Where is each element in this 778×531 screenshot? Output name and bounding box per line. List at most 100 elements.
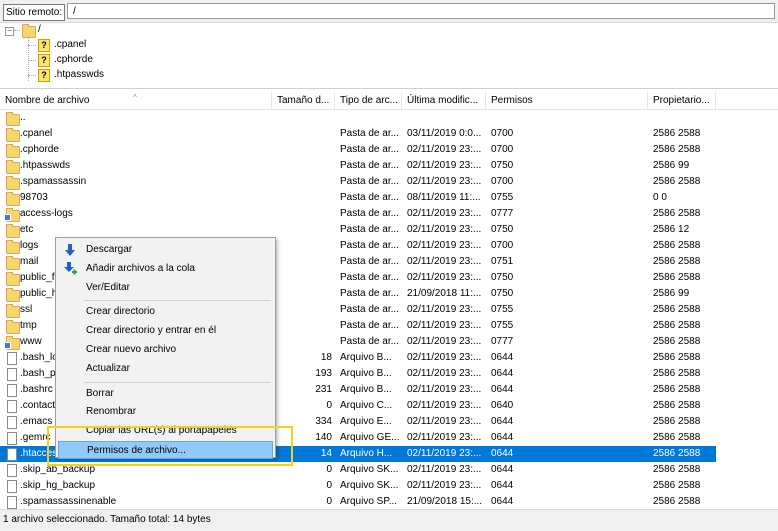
row-owner: 2586 2588 [653, 352, 701, 363]
file-icon [5, 496, 19, 509]
row-modified: 02/11/2019 23:... [407, 224, 482, 235]
folder-icon [22, 24, 36, 38]
file-icon [5, 400, 19, 413]
row-modified: 02/11/2019 23:... [407, 240, 482, 251]
row-name: etc [20, 224, 34, 235]
table-row[interactable]: .cphorde Pasta de ar... 02/11/2019 23:... 0… [0, 142, 716, 158]
remote-path-input[interactable]: / [67, 3, 775, 19]
tree-node-label: .cpanel [54, 39, 87, 50]
menu-item-label: Borrar [86, 387, 114, 399]
row-type: Pasta de ar... [340, 304, 399, 315]
column-header-name[interactable]: Nombre de archivo ^ [0, 92, 272, 109]
row-size: 18 [320, 352, 332, 363]
table-row[interactable]: .htpasswds Pasta de ar... 02/11/2019 23:..… [0, 158, 716, 174]
row-permissions: 0644 [491, 384, 514, 395]
row-modified: 02/11/2019 23:... [407, 384, 482, 395]
row-size [272, 318, 332, 334]
row-owner: 2586 2588 [653, 448, 701, 459]
row-modified [407, 110, 489, 126]
menu-item-descargar[interactable]: Descargar [58, 241, 273, 259]
column-header-modified[interactable]: Última modific... [402, 92, 486, 109]
column-header-size[interactable]: Tamaño d... [272, 92, 335, 109]
row-permissions: 0644 [491, 496, 514, 507]
menu-separator [84, 381, 271, 383]
table-row[interactable]: .cpanel Pasta de ar... 03/11/2019 0:0... 07… [0, 126, 716, 142]
row-name: .cphorde [20, 144, 59, 155]
file-icon [5, 352, 19, 365]
row-permissions: 0644 [491, 480, 514, 491]
folder-icon [5, 144, 20, 158]
column-header-label: Permisos [491, 95, 533, 106]
tree-collapse-toggle[interactable]: − [5, 27, 14, 36]
file-list-header: Nombre de archivo ^ Tamaño d... Tipo de … [0, 92, 778, 110]
table-row[interactable]: etc Pasta de ar... 02/11/2019 23:... 0750 25… [0, 222, 716, 238]
column-header-label: Tipo de arc... [340, 95, 398, 106]
row-type: Arquivo H... [340, 448, 393, 459]
menu-item-borrar[interactable]: Borrar [58, 385, 273, 403]
row-size [272, 190, 332, 206]
folder-link-icon [4, 208, 20, 222]
row-owner: 2586 2588 [653, 256, 701, 267]
menu-item-label: Renombrar [86, 406, 137, 418]
row-size [272, 334, 332, 350]
row-owner: 2586 2588 [653, 240, 701, 251]
row-modified: 02/11/2019 23:... [407, 304, 482, 315]
file-icon [5, 464, 19, 477]
row-permissions: 0755 [491, 304, 514, 315]
row-type: Pasta de ar... [340, 320, 399, 331]
row-type: Arquivo C... [340, 400, 393, 411]
row-modified: 02/11/2019 23:... [407, 464, 482, 475]
row-size [272, 286, 332, 302]
menu-item-actualizar[interactable]: Actualizar [58, 360, 273, 378]
file-icon [5, 384, 19, 397]
column-header-permissions[interactable]: Permisos [486, 92, 648, 109]
table-row[interactable]: .spamassassin Pasta de ar... 02/11/2019 23… [0, 174, 716, 190]
row-owner: 2586 2588 [653, 320, 701, 331]
folder-icon [5, 304, 20, 318]
row-owner: 2586 99 [653, 160, 690, 171]
file-icon [5, 432, 19, 445]
row-owner: 2586 2588 [653, 432, 701, 443]
menu-item-ver-editar[interactable]: Ver/Editar [58, 279, 273, 297]
row-size: 193 [315, 368, 332, 379]
row-name: 98703 [20, 192, 48, 203]
row-type: Pasta de ar... [340, 256, 399, 267]
menu-item-crear-directorio[interactable]: Crear directorio [58, 303, 273, 321]
menu-item-crear-directorio-y-entrar-en-el[interactable]: Crear directorio y entrar en él [58, 322, 273, 340]
menu-item-renombrar[interactable]: Renombrar [58, 403, 273, 421]
column-header-label: Última modific... [407, 95, 479, 106]
row-type: Arquivo GE... [340, 432, 400, 443]
folder-icon [5, 240, 20, 254]
row-owner: 2586 99 [653, 288, 690, 299]
menu-item-anadir-archivos-a-la-cola[interactable]: Añadir archivos a la cola [58, 260, 273, 278]
row-owner: 2586 2588 [653, 144, 701, 155]
table-row[interactable]: .spamassassinenable 0 Arquivo SP... 21/09/2… [0, 494, 716, 510]
row-size: 0 [326, 400, 332, 411]
status-bar: 1 archivo seleccionado. Tamaño total: 14… [0, 509, 778, 531]
table-row[interactable]: .. [0, 110, 716, 126]
column-header-type[interactable]: Tipo de arc... [335, 92, 402, 109]
row-type: Arquivo SK... [340, 480, 399, 491]
folder-icon [5, 176, 20, 190]
column-header-owner[interactable]: Propietario... [648, 92, 716, 109]
folder-icon [5, 112, 20, 126]
menu-item-crear-nuevo-archivo[interactable]: Crear nuevo archivo [58, 341, 273, 359]
table-row[interactable]: 98703 Pasta de ar... 08/11/2019 11:... 0755… [0, 190, 716, 206]
row-size [272, 142, 332, 158]
row-owner [653, 110, 715, 126]
column-header-label: Nombre de archivo [5, 95, 90, 106]
row-owner: 2586 2588 [653, 336, 701, 347]
folder-icon [5, 288, 20, 302]
table-row[interactable]: .skip_hg_backup 0 Arquivo SK... 02/11/2019 … [0, 478, 716, 494]
row-size [272, 110, 332, 126]
row-type: Pasta de ar... [340, 144, 399, 155]
row-permissions: 0700 [491, 240, 514, 251]
row-size: 231 [315, 384, 332, 395]
table-row[interactable]: access-logs Pasta de ar... 02/11/2019 23:.… [0, 206, 716, 222]
row-type: Pasta de ar... [340, 336, 399, 347]
menu-item-label: Actualizar [86, 362, 130, 374]
row-owner: 2586 2588 [653, 128, 701, 139]
row-size: 0 [326, 496, 332, 507]
row-permissions: 0750 [491, 160, 514, 171]
row-modified: 02/11/2019 23:... [407, 144, 482, 155]
